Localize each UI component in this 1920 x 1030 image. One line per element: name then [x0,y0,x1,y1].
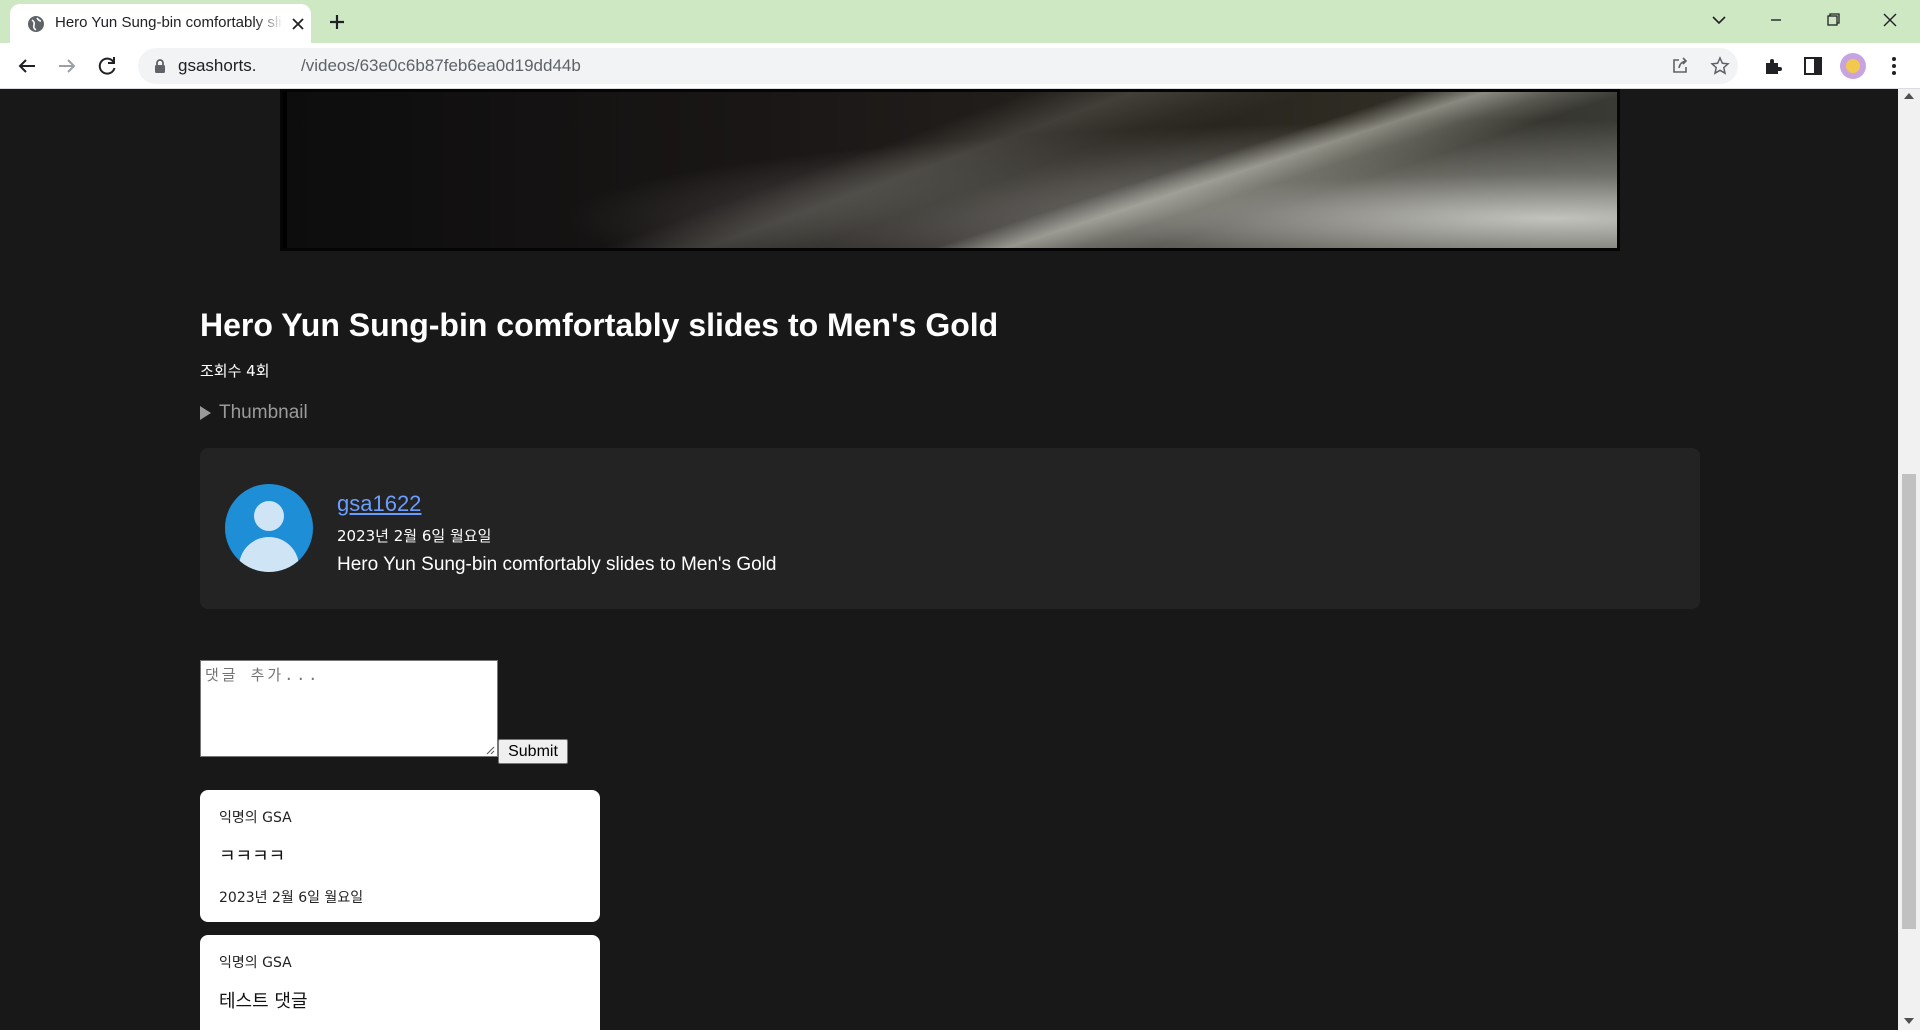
page-content: Hero Yun Sung-bin comfortably slides to … [0,89,1898,1030]
new-tab-icon[interactable] [325,10,349,34]
side-panel-icon[interactable] [1801,54,1825,78]
submit-button[interactable]: Submit [498,739,568,764]
url-host: gsashorts. [178,56,257,75]
scrollbar-thumb[interactable] [1902,474,1916,929]
scroll-up-arrow-icon[interactable] [1904,93,1914,99]
thumbnail-label: Thumbnail [219,402,308,423]
extensions-puzzle-icon[interactable] [1761,54,1785,78]
bookmark-star-icon[interactable] [1710,56,1730,76]
reload-icon[interactable] [95,54,119,78]
comment-card: 익명의 GSA ㅋㅋㅋㅋ 2023년 2월 6일 월요일 [200,790,600,922]
url-path: /videos/63e0c6b87feb6ea0d19dd44b [301,56,581,75]
uploader-card: gsa1622 2023년 2월 6일 월요일 Hero Yun Sung-bi… [200,448,1700,609]
window-close-icon[interactable] [1867,6,1913,34]
browser-toolbar: gsashorts. /videos/63e0c6b87feb6ea0d19dd… [0,43,1920,89]
globe-icon [28,16,44,32]
thumbnail-disclosure[interactable]: Thumbnail [200,402,308,424]
comment-author: 익명의 GSA [219,955,292,971]
video-frame [287,92,1617,248]
resize-grip-icon[interactable] [485,745,495,755]
comment-card: 익명의 GSA 테스트 댓글 [200,935,600,1030]
tab-strip: Hero Yun Sung-bin comfortably slides to … [0,0,1920,43]
back-arrow-icon[interactable] [15,54,39,78]
comment-author: 익명의 GSA [219,810,292,826]
view-count: 조회수 4회 [200,362,270,380]
more-menu-icon[interactable] [1882,54,1906,78]
user-avatar-icon [225,484,313,572]
comment-date: 2023년 2월 6일 월요일 [219,890,364,906]
restore-icon[interactable] [1810,6,1856,34]
video-player[interactable] [280,89,1620,251]
profile-avatar[interactable] [1840,53,1866,79]
uploader-link[interactable]: gsa1622 [337,491,421,517]
lock-icon[interactable] [152,58,168,74]
forward-arrow-icon[interactable] [55,54,79,78]
tab-search-icon[interactable] [1696,6,1742,34]
comment-text: 테스트 댓글 [219,991,308,1012]
upload-date: 2023년 2월 6일 월요일 [337,527,492,545]
close-icon[interactable] [289,15,307,33]
minimize-icon[interactable] [1753,6,1799,34]
tab-title: Hero Yun Sung-bin comfortably slides to … [55,14,283,34]
video-description: Hero Yun Sung-bin comfortably slides to … [337,554,777,575]
scroll-down-arrow-icon[interactable] [1904,1018,1914,1024]
share-icon[interactable] [1670,56,1690,76]
address-bar[interactable]: gsashorts. /videos/63e0c6b87feb6ea0d19dd… [138,48,1738,84]
disclosure-triangle-icon [200,406,211,420]
video-title: Hero Yun Sung-bin comfortably slides to … [200,307,999,343]
comment-text: ㅋㅋㅋㅋ [219,846,286,867]
vertical-scrollbar[interactable] [1898,89,1920,1030]
comment-input[interactable] [200,660,498,757]
browser-tab[interactable]: Hero Yun Sung-bin comfortably slides to … [10,4,311,43]
